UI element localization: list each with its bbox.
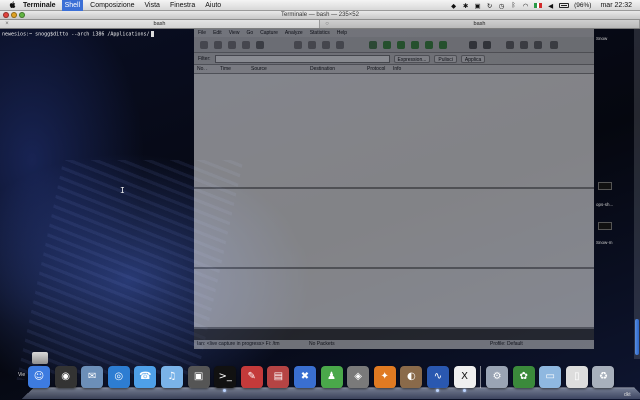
automator-icon-glyph: ♟ <box>327 371 337 382</box>
status-bluetooth-icon[interactable]: ᛒ <box>510 2 517 9</box>
scrollbar-thumb[interactable] <box>635 319 639 355</box>
script-editor-icon-glyph: ✎ <box>247 371 256 382</box>
utilities-icon-glyph: ⚙ <box>492 371 502 382</box>
status-lock-icon[interactable]: ▣ <box>474 2 481 10</box>
itunes-icon[interactable]: ♫ <box>160 366 183 388</box>
xcode-icon-glyph: ✖ <box>300 371 310 382</box>
automator-icon[interactable]: ♟ <box>320 366 343 388</box>
menu-clock[interactable]: mar 22:32 <box>600 2 632 9</box>
safari-icon[interactable]: ◎ <box>107 366 130 388</box>
status-gear-icon[interactable]: ✱ <box>462 2 469 10</box>
photo-booth-icon-glyph: ▣ <box>193 371 204 382</box>
wireshark-icon-glyph: ∿ <box>433 371 443 382</box>
dock-separator <box>480 366 482 388</box>
safari-icon-glyph: ◎ <box>114 371 124 382</box>
preview-icon-glyph: ▤ <box>273 371 284 382</box>
terminal-titlebar[interactable]: Terminale — bash — 235×52 <box>0 11 640 20</box>
script-editor-icon[interactable]: ✎ <box>240 366 263 388</box>
folder-icon[interactable]: ▭ <box>539 366 562 388</box>
menu-bar: Terminale Shell Composizione Vista Fines… <box>0 0 640 11</box>
x11-icon[interactable]: X <box>453 366 476 392</box>
menu-shell[interactable]: Shell <box>61 0 84 11</box>
ibeam-cursor-icon: I <box>120 186 125 195</box>
tab-label: bash <box>153 21 166 27</box>
close-button[interactable] <box>3 12 9 18</box>
evernote-icon-glyph: ✿ <box>519 371 528 382</box>
dashboard-icon-glyph: ◉ <box>61 371 70 382</box>
tab-close-icon[interactable]: ○ <box>324 21 330 27</box>
desktop-left-label: Vie <box>18 372 26 378</box>
trash-icon-glyph: ♻ <box>598 371 608 382</box>
app-store-icon-glyph: ✦ <box>380 371 389 382</box>
x11-icon-glyph: X <box>461 371 468 382</box>
volume-icon[interactable]: ◀ <box>547 2 554 10</box>
itunes-icon-glyph: ♫ <box>167 371 177 382</box>
ichat-icon-glyph: ☎ <box>139 371 152 382</box>
menu-finestra[interactable]: Finestra <box>170 2 195 9</box>
documents-icon-glyph: ▯ <box>574 371 580 382</box>
folder-icon-glyph: ▭ <box>545 371 555 382</box>
terminal-scrollbar[interactable] <box>634 29 640 359</box>
dock-icons: ☺ ◉ ✉ ◎ ☎ ♫ ▣ >_ ✎ ▤ ✖ ♟ ◈ ✦ ◐ ∿ X ⚙ ✿ ▭ ▯ ♻ <box>28 366 619 392</box>
activity-icon-glyph: ◐ <box>406 371 416 382</box>
window-title: Terminale — bash — 235×52 <box>281 12 359 18</box>
dock: ☺ ◉ ✉ ◎ ☎ ♫ ▣ >_ ✎ ▤ ✖ ♟ ◈ ✦ ◐ ∿ X ⚙ ✿ ▭ ▯ ♻ <box>21 360 640 400</box>
dashboard-icon[interactable]: ◉ <box>54 366 77 388</box>
minimize-button[interactable] <box>11 12 17 18</box>
evernote-icon[interactable]: ✿ <box>512 366 535 388</box>
running-indicator <box>435 389 439 392</box>
ichat-icon[interactable]: ☎ <box>134 366 157 388</box>
wireshark-icon[interactable]: ∿ <box>426 366 449 392</box>
finder-icon-glyph: ☺ <box>33 371 45 382</box>
terminal-icon[interactable]: >_ <box>214 366 237 392</box>
tab-bash-1[interactable]: × bash <box>0 20 320 28</box>
terminal-tab-bar: × bash ○ bash <box>0 20 640 29</box>
window-controls <box>3 12 25 18</box>
menu-aiuto[interactable]: Aiuto <box>205 2 221 9</box>
trash-side-label: dkt <box>624 392 631 398</box>
mail-icon[interactable]: ✉ <box>81 366 104 388</box>
instruments-icon-glyph: ◈ <box>354 371 362 382</box>
mail-icon-glyph: ✉ <box>87 371 97 382</box>
wifi-icon[interactable]: ◠ <box>522 2 529 10</box>
activity-icon[interactable]: ◐ <box>400 366 423 388</box>
xcode-icon[interactable]: ✖ <box>293 366 316 388</box>
finder-icon[interactable]: ☺ <box>28 366 50 388</box>
zoom-button[interactable] <box>19 12 25 18</box>
status-app-icon[interactable]: ◆ <box>450 2 457 10</box>
preview-icon[interactable]: ▤ <box>267 366 290 388</box>
terminal-icon-glyph: >_ <box>218 371 232 382</box>
prompt-text: newesios:~ snogg$ditto --arch i386 /Appl… <box>2 31 150 38</box>
tab-label: bash <box>473 21 486 27</box>
menu-app-name[interactable]: Terminale <box>23 2 56 9</box>
dock-shelf <box>21 387 640 399</box>
terminal-window: Terminale — bash — 235×52 × bash ○ bash … <box>0 11 640 359</box>
app-store-icon[interactable]: ✦ <box>373 366 396 388</box>
status-time-machine-icon[interactable]: ◷ <box>498 2 505 10</box>
battery-percentage: (96%) <box>574 2 592 9</box>
menu-status-area: ◆ ✱ ▣ ↻ ◷ ᛒ ◠ ◀ (96%) mar 22:32 <box>450 0 632 11</box>
tab-bash-2[interactable]: ○ bash <box>320 20 640 28</box>
input-language-flag-icon[interactable] <box>534 3 543 8</box>
tab-close-icon[interactable]: × <box>4 21 10 27</box>
trash-icon[interactable]: ♻ <box>592 366 615 388</box>
utilities-icon[interactable]: ⚙ <box>486 366 509 388</box>
photo-booth-icon[interactable]: ▣ <box>187 366 210 388</box>
running-indicator <box>462 389 466 392</box>
battery-icon[interactable] <box>559 3 570 8</box>
text-cursor <box>150 31 154 37</box>
apple-menu-icon[interactable] <box>8 1 16 10</box>
menu-vista[interactable]: Vista <box>145 2 160 9</box>
documents-icon[interactable]: ▯ <box>565 366 588 388</box>
terminal-content[interactable]: newesios:~ snogg$ditto --arch i386 /Appl… <box>0 29 640 359</box>
menu-composizione[interactable]: Composizione <box>90 2 134 9</box>
terminal-prompt-line: newesios:~ snogg$ditto --arch i386 /Appl… <box>2 31 154 38</box>
instruments-icon[interactable]: ◈ <box>347 366 370 388</box>
status-sync-icon[interactable]: ↻ <box>486 2 493 10</box>
